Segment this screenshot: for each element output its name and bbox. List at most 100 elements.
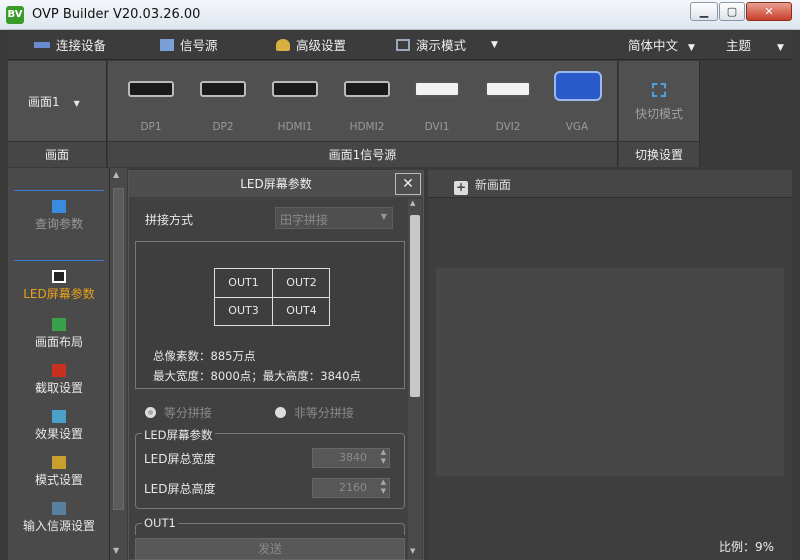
total-width-input[interactable]: 3840 ▲ ▼ bbox=[312, 448, 390, 468]
sidebar-item[interactable]: 效果设置 bbox=[8, 410, 110, 442]
scroll-up-icon[interactable]: ▲ bbox=[410, 199, 415, 207]
scroll-down-icon[interactable]: ▼ bbox=[410, 547, 415, 555]
output-grid: OUT1 OUT2 OUT3 OUT4 bbox=[214, 268, 330, 326]
plus-icon: + bbox=[454, 180, 468, 195]
demo-dropdown-chevron-icon[interactable]: ▼ bbox=[491, 31, 498, 60]
scale-text: 比例：9% bbox=[718, 540, 774, 554]
hdmi2-port-icon[interactable] bbox=[344, 81, 390, 97]
sidebar-item[interactable]: 画面布局 bbox=[8, 318, 110, 350]
mode-icon bbox=[52, 456, 66, 469]
screen-group-label: 画面 bbox=[8, 141, 106, 167]
sidebar-scroll-thumb[interactable] bbox=[113, 188, 124, 510]
radio-selected-icon bbox=[145, 407, 156, 418]
sidebar-item-label: 模式设置 bbox=[34, 473, 83, 487]
dialog-scrollbar[interactable]: ▲ ▼ bbox=[408, 199, 422, 559]
maximize-button[interactable]: ▢ bbox=[719, 2, 745, 21]
chevron-down-icon: ▼ bbox=[688, 43, 695, 53]
total-pixels-text: 总像素数：885万点 bbox=[153, 349, 256, 363]
dvi2-port-icon[interactable] bbox=[485, 81, 531, 97]
switch-group-label: 切换设置 bbox=[619, 141, 699, 167]
signal-group-label: 画面1信号源 bbox=[108, 141, 617, 167]
grid-divider bbox=[215, 297, 329, 298]
port-label: VGA bbox=[565, 121, 589, 133]
output-cell[interactable]: OUT2 bbox=[273, 276, 330, 289]
scroll-down-icon[interactable]: ▼ bbox=[113, 546, 119, 555]
hdmi1-port-icon[interactable] bbox=[272, 81, 318, 97]
led-params-dialog: LED屏幕参数 ✕ 拼接方式 田字拼接 ▼ OUT1 OUT2 OUT3 OUT… bbox=[128, 170, 424, 560]
output-cell[interactable]: OUT4 bbox=[273, 304, 330, 317]
status-bar: 比例：9% bbox=[428, 530, 792, 560]
signal-icon bbox=[160, 39, 174, 51]
sidebar-item-label: LED屏幕参数 bbox=[23, 287, 95, 301]
theme-select[interactable]: 主题 ▼ bbox=[726, 31, 784, 60]
send-button[interactable]: 发送 bbox=[135, 538, 405, 560]
chevron-down-icon: ▼ bbox=[73, 99, 80, 108]
sidebar-item[interactable]: 查询参数 bbox=[8, 200, 110, 232]
dialog-scroll-thumb[interactable] bbox=[410, 215, 420, 397]
input-icon bbox=[52, 502, 66, 515]
spinner-arrows-icon[interactable]: ▲ ▼ bbox=[381, 448, 386, 466]
crop-icon bbox=[52, 364, 66, 377]
sidebar-item-label: 效果设置 bbox=[34, 427, 83, 441]
menu-bar: 连接设备 信号源 高级设置 演示模式 ▼ 简体中文 ▼ 主题 ▼ bbox=[8, 31, 792, 60]
sidebar: 查询参数 LED屏幕参数画面布局截取设置效果设置模式设置输入信源设置 bbox=[8, 168, 110, 560]
dp2-port-icon[interactable] bbox=[200, 81, 246, 97]
dvi1-port-icon[interactable] bbox=[414, 81, 460, 97]
sidebar-scrollbar[interactable]: ▲ ▼ bbox=[110, 168, 127, 560]
close-button[interactable]: ✕ bbox=[746, 2, 792, 21]
port-label: DP2 bbox=[212, 121, 234, 133]
unequal-splice-radio[interactable]: 非等分拼接 bbox=[275, 404, 354, 421]
minimize-button[interactable]: ▁ bbox=[690, 2, 718, 21]
image-icon bbox=[52, 410, 66, 423]
scroll-up-icon[interactable]: ▲ bbox=[113, 170, 119, 179]
radio-icon bbox=[275, 407, 286, 418]
title-bar: BV OVP Builder V20.03.26.00 ▁ ▢ ✕ bbox=[0, 0, 800, 30]
output-cell[interactable]: OUT1 bbox=[215, 276, 272, 289]
quick-switch-button[interactable]: 快切模式 bbox=[635, 105, 683, 122]
sidebar-item[interactable]: 模式设置 bbox=[8, 456, 110, 488]
sidebar-item[interactable]: 截取设置 bbox=[8, 364, 110, 396]
total-height-input[interactable]: 2160 ▲ ▼ bbox=[312, 478, 390, 498]
new-screen-button[interactable]: + 新画面 bbox=[454, 176, 511, 195]
port-label: DP1 bbox=[140, 121, 162, 133]
total-height-label: LED屏总高度 bbox=[144, 482, 216, 496]
port-label: HDMI2 bbox=[349, 121, 385, 133]
signal-source-panel: DP1 DP2 HDMI1 HDMI2 DVI1 DVI2 VGA 画面1信号源 bbox=[108, 61, 618, 167]
switch-panel: 快切模式 切换设置 bbox=[619, 61, 700, 167]
demo-mode-menu[interactable]: 演示模式 bbox=[396, 31, 466, 60]
max-dims-text: 最大宽度：8000点；最大高度：3840点 bbox=[153, 369, 362, 383]
output-layout-preview: OUT1 OUT2 OUT3 OUT4 总像素数：885万点 最大宽度：8000… bbox=[135, 241, 405, 389]
splice-mode-label: 拼接方式 bbox=[145, 213, 194, 227]
joystick-icon bbox=[276, 39, 290, 51]
connect-icon bbox=[34, 42, 50, 48]
advanced-settings-menu[interactable]: 高级设置 bbox=[276, 31, 346, 60]
chevron-down-icon: ▼ bbox=[380, 212, 387, 221]
port-label: DVI1 bbox=[424, 121, 450, 133]
sidebar-item[interactable]: LED屏幕参数 bbox=[8, 270, 110, 302]
dialog-close-button[interactable]: ✕ bbox=[395, 173, 421, 195]
screen-select[interactable]: 画面1 ▼ bbox=[28, 93, 80, 110]
equal-splice-radio[interactable]: 等分拼接 bbox=[145, 404, 212, 421]
chevron-down-icon: ▼ bbox=[777, 43, 784, 53]
canvas-toolbar: + 新画面 bbox=[428, 170, 792, 198]
layers-icon bbox=[52, 318, 66, 331]
connect-device-menu[interactable]: 连接设备 bbox=[34, 31, 106, 60]
spinner-arrows-icon[interactable]: ▲ ▼ bbox=[381, 478, 386, 496]
splice-mode-select[interactable]: 田字拼接 ▼ bbox=[275, 207, 393, 229]
dp1-port-icon[interactable] bbox=[128, 81, 174, 97]
language-select[interactable]: 简体中文 ▼ bbox=[628, 31, 695, 60]
port-label: HDMI1 bbox=[277, 121, 313, 133]
divider bbox=[14, 260, 104, 261]
dialog-title: LED屏幕参数 bbox=[129, 171, 423, 197]
monitor-icon bbox=[52, 270, 66, 283]
screen-panel: 画面1 ▼ 画面 bbox=[8, 61, 107, 167]
canvas-screen-region[interactable] bbox=[436, 268, 784, 476]
vga-port-icon[interactable] bbox=[554, 71, 602, 101]
output-cell[interactable]: OUT3 bbox=[215, 304, 272, 317]
quick-switch-icon bbox=[652, 83, 666, 97]
sidebar-item[interactable]: 输入信源设置 bbox=[8, 502, 110, 534]
signal-source-menu[interactable]: 信号源 bbox=[160, 31, 218, 60]
led-params-group: LED屏幕参数 LED屏总宽度 3840 ▲ ▼ LED屏总高度 2160 ▲ ▼ bbox=[135, 427, 405, 509]
screen-icon bbox=[396, 39, 410, 51]
led-group-title: LED屏幕参数 bbox=[142, 427, 215, 443]
